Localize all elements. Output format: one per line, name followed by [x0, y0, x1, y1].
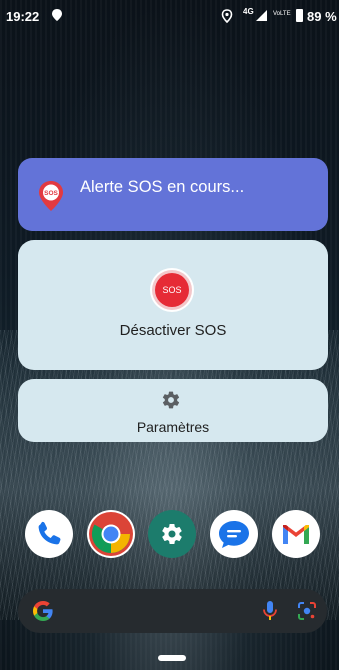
- gmail-logo-icon: [283, 525, 309, 544]
- deactivate-sos-card[interactable]: SOS Désactiver SOS: [18, 240, 328, 370]
- signal-icon: [256, 10, 267, 21]
- gear-icon: [162, 391, 180, 409]
- gmail-app-icon[interactable]: [272, 510, 320, 558]
- phone-app-icon[interactable]: [25, 510, 73, 558]
- chrome-logo-icon: [89, 512, 133, 556]
- sos-button-icon[interactable]: SOS: [155, 273, 189, 307]
- sos-alert-banner[interactable]: SOS Alerte SOS en cours...: [18, 158, 328, 231]
- battery-percent: 89 %: [307, 9, 337, 24]
- wallpaper-forest: [0, 330, 339, 620]
- home-gesture-bar[interactable]: [158, 655, 186, 661]
- location-dot-icon: [52, 9, 62, 21]
- settings-gear-icon: [162, 524, 182, 545]
- google-search-bar[interactable]: [18, 589, 327, 633]
- google-g-icon: [33, 601, 53, 621]
- chrome-app-icon[interactable]: [87, 510, 135, 558]
- settings-app-icon[interactable]: [148, 510, 196, 558]
- volte-label: VoLTE: [273, 11, 291, 17]
- google-lens-icon[interactable]: [297, 601, 317, 621]
- location-icon: [221, 9, 233, 23]
- phone-handset-icon: [38, 521, 61, 545]
- deactivate-sos-label: Désactiver SOS: [119, 322, 227, 339]
- message-bubble-icon: [219, 521, 249, 548]
- microphone-icon[interactable]: [262, 600, 278, 622]
- status-time: 19:22: [6, 9, 40, 24]
- network-type: 4G: [243, 7, 254, 16]
- settings-label: Paramètres: [136, 419, 210, 435]
- sos-alert-title: Alerte SOS en cours...: [80, 178, 245, 196]
- sos-pin-label: SOS: [44, 190, 58, 197]
- sos-location-pin-icon: SOS: [39, 181, 63, 211]
- messages-app-icon[interactable]: [210, 510, 258, 558]
- settings-card[interactable]: Paramètres: [18, 379, 328, 442]
- status-bar: 19:22 4G VoLTE 89 %: [0, 0, 339, 34]
- battery-icon: [296, 9, 303, 22]
